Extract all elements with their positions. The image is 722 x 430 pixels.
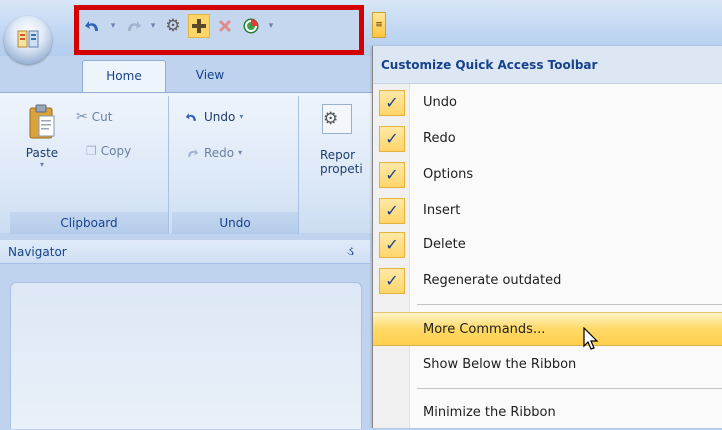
menu-title: Customize Quick Access Toolbar bbox=[373, 46, 722, 84]
check-icon: ✓ bbox=[379, 126, 405, 152]
pin-icon[interactable]: ડ bbox=[347, 240, 354, 264]
cut-button[interactable]: ✂ Cut bbox=[76, 106, 112, 128]
paste-label: Paste bbox=[25, 146, 59, 160]
menu-item-label: Delete bbox=[423, 237, 466, 252]
qat-undo-dropdown-icon[interactable]: ▾ bbox=[108, 21, 118, 31]
navigator-panel[interactable] bbox=[10, 282, 362, 429]
customize-dropdown-icon: ≡ bbox=[375, 20, 383, 30]
clipboard-group: Paste ▾ ✂ Cut ❐ Copy Clipboard bbox=[10, 96, 169, 234]
redo-dropdown-icon[interactable]: ▾ bbox=[238, 142, 242, 164]
check-icon: ✓ bbox=[379, 90, 405, 116]
navigator-header: Navigator ડ bbox=[0, 240, 370, 264]
check-icon: ✓ bbox=[379, 232, 405, 258]
report-properties-label-2: propeti bbox=[320, 162, 363, 176]
qat-regenerate-button[interactable] bbox=[240, 14, 262, 38]
report-group: ⚙ Repor propeti bbox=[302, 96, 376, 234]
menu-item-label: Regenerate outdated bbox=[423, 273, 562, 288]
menu-item-label: Options bbox=[423, 167, 474, 182]
report-properties-icon: ⚙ bbox=[322, 104, 352, 134]
menu-item-more-commands[interactable]: More Commands... bbox=[373, 312, 722, 350]
menu-item-label: Minimize the Ribbon bbox=[423, 405, 556, 420]
copy-label: Copy bbox=[100, 144, 132, 158]
office-button[interactable] bbox=[4, 16, 52, 64]
gear-icon: ⚙ bbox=[165, 16, 181, 36]
cut-label: Cut bbox=[91, 110, 113, 124]
undo-button[interactable]: Undo ▾ bbox=[184, 106, 243, 128]
navigator-title: Navigator bbox=[8, 245, 67, 259]
undo-icon bbox=[85, 21, 98, 31]
menu-item-label: Insert bbox=[423, 203, 461, 218]
menu-item-delete[interactable]: ✓ Delete bbox=[373, 228, 722, 262]
menu-separator bbox=[417, 304, 722, 305]
plus-icon bbox=[192, 19, 206, 33]
report-properties-label-1: Repor bbox=[320, 148, 356, 162]
quick-access-toolbar: ▾ ▾ ⚙ ▾ bbox=[82, 12, 276, 40]
customize-qat-menu: Customize Quick Access Toolbar ✓ Undo ✓ … bbox=[372, 46, 722, 428]
menu-item-label: Show Below the Ribbon bbox=[423, 357, 577, 372]
menu-item-undo[interactable]: ✓ Undo bbox=[373, 86, 722, 120]
qat-options-button[interactable]: ⚙ bbox=[162, 14, 184, 38]
qat-more-dropdown-icon[interactable]: ▾ bbox=[266, 21, 276, 31]
menu-item-regenerate-outdated[interactable]: ✓ Regenerate outdated bbox=[373, 264, 722, 298]
regenerate-icon bbox=[243, 18, 259, 34]
paste-dropdown-icon[interactable]: ▾ bbox=[16, 160, 68, 169]
undo-label: Undo bbox=[204, 110, 236, 124]
clipboard-group-label: Clipboard bbox=[10, 212, 168, 234]
copy-button[interactable]: ❐ Copy bbox=[86, 140, 131, 162]
menu-item-insert[interactable]: ✓ Insert bbox=[373, 194, 722, 228]
tab-view[interactable]: View bbox=[170, 60, 250, 90]
menu-item-minimize-ribbon[interactable]: Minimize the Ribbon bbox=[373, 396, 722, 430]
report-properties-button[interactable]: ⚙ Repor propeti bbox=[320, 104, 376, 176]
undo-group-label: Undo bbox=[172, 212, 298, 234]
menu-item-label: More Commands... bbox=[423, 322, 546, 337]
customize-qat-button[interactable]: ≡ bbox=[372, 12, 386, 38]
delete-icon bbox=[219, 20, 231, 32]
paste-icon bbox=[27, 104, 57, 140]
tab-home[interactable]: Home bbox=[82, 60, 166, 94]
redo-icon bbox=[128, 21, 141, 31]
qat-delete-button[interactable] bbox=[214, 14, 236, 38]
qat-redo-button[interactable] bbox=[122, 14, 144, 38]
menu-item-options[interactable]: ✓ Options bbox=[373, 158, 722, 192]
undo-dropdown-icon[interactable]: ▾ bbox=[239, 106, 243, 128]
menu-item-label: Redo bbox=[423, 131, 456, 146]
redo-button[interactable]: Redo ▾ bbox=[184, 142, 242, 164]
menu-item-label: Undo bbox=[423, 95, 457, 110]
app-logo-icon bbox=[17, 30, 39, 48]
copy-icon: ❐ bbox=[86, 144, 97, 158]
redo-icon bbox=[188, 149, 199, 157]
paste-button[interactable]: Paste ▾ bbox=[16, 104, 68, 169]
check-icon: ✓ bbox=[379, 198, 405, 224]
scissors-icon: ✂ bbox=[76, 109, 88, 125]
qat-insert-button[interactable] bbox=[188, 14, 210, 38]
menu-separator bbox=[417, 388, 722, 389]
qat-undo-button[interactable] bbox=[82, 14, 104, 38]
menu-item-redo[interactable]: ✓ Redo bbox=[373, 122, 722, 156]
undo-icon bbox=[185, 113, 196, 121]
undo-group: Undo ▾ Redo ▾ Undo bbox=[172, 96, 299, 234]
menu-item-show-below-ribbon[interactable]: Show Below the Ribbon bbox=[373, 348, 722, 382]
qat-redo-dropdown-icon[interactable]: ▾ bbox=[148, 21, 158, 31]
check-icon: ✓ bbox=[379, 268, 405, 294]
check-icon: ✓ bbox=[379, 162, 405, 188]
redo-label: Redo bbox=[204, 146, 235, 160]
